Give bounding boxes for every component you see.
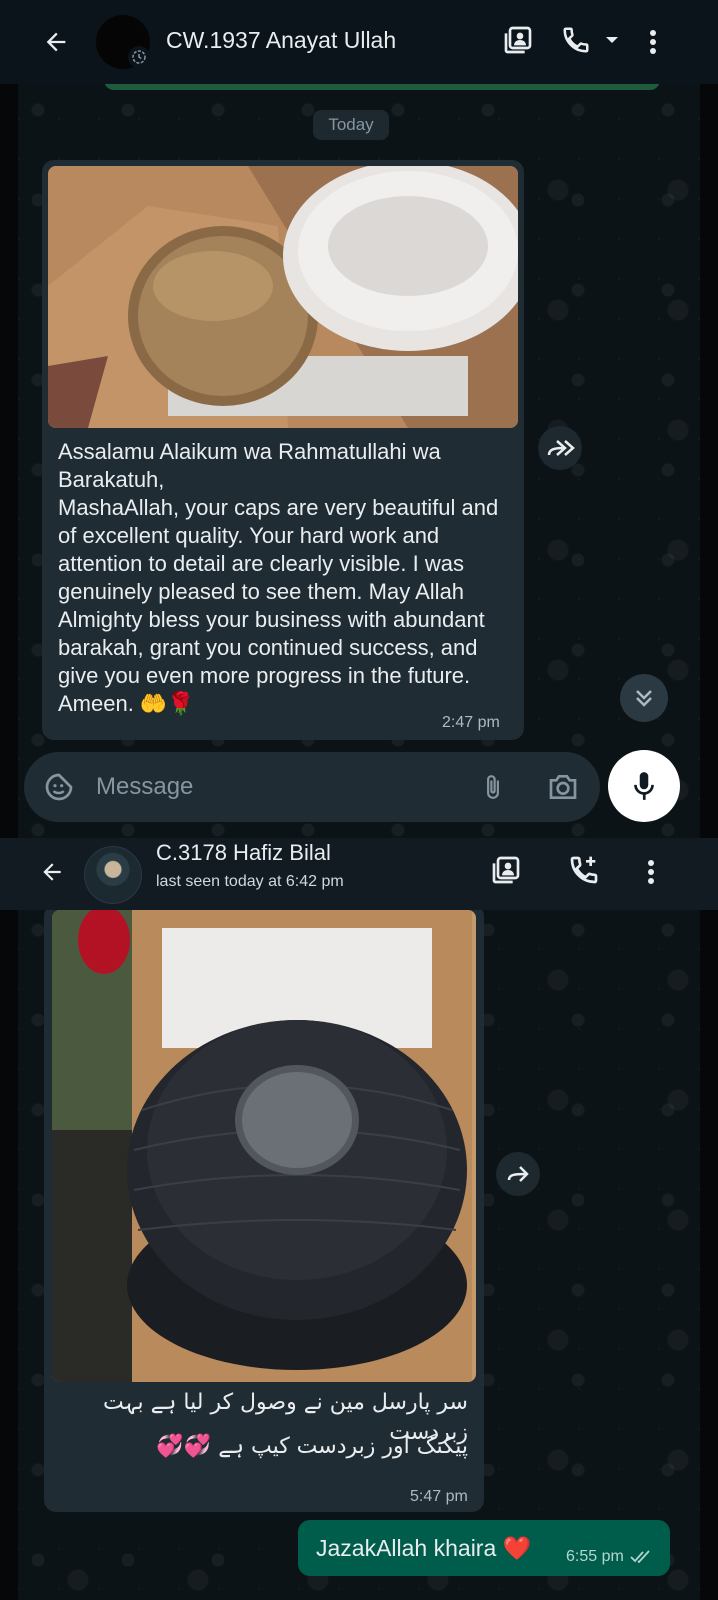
contact-name[interactable]: CW.1937 Anayat Ullah [166, 27, 396, 54]
screen-edge-left [0, 0, 18, 838]
attach-icon[interactable] [474, 768, 512, 806]
more-vert-icon[interactable] [636, 852, 666, 892]
status-ring-icon [128, 46, 150, 68]
forward-icon[interactable] [496, 1152, 540, 1196]
contact-card-icon[interactable] [486, 850, 526, 890]
mic-icon[interactable] [608, 750, 680, 822]
chat-screen-bottom: C.3178 Hafiz Bilal last seen today at 6:… [0, 838, 718, 1600]
phone-icon[interactable] [556, 20, 596, 60]
chat-header: C.3178 Hafiz Bilal last seen today at 6:… [0, 838, 718, 910]
contact-avatar[interactable] [84, 846, 142, 904]
screen-edge-right [700, 0, 718, 838]
caps-photo[interactable] [48, 166, 518, 428]
incoming-message-bubble[interactable]: سر پارسل مین نے وصول کر لیا ہے بہت زبردس… [44, 904, 484, 1512]
screen-edge-left [0, 838, 18, 1600]
message-text: Assalamu Alaikum wa Rahmatullahi wa Bara… [58, 439, 499, 716]
chat-header: CW.1937 Anayat Ullah [0, 0, 718, 84]
back-arrow-icon[interactable] [36, 22, 76, 62]
double-chevron-down-icon[interactable] [620, 674, 668, 722]
message-time: 5:47 pm [410, 1488, 468, 1505]
message-time: 2:47 pm [442, 714, 500, 731]
camera-icon[interactable] [544, 768, 582, 806]
contact-card-icon[interactable] [498, 20, 538, 60]
date-chip: Today [313, 110, 389, 140]
forward-icon[interactable] [538, 426, 582, 470]
screen-edge-right [700, 838, 718, 1600]
contact-name[interactable]: C.3178 Hafiz Bilal [156, 840, 331, 866]
message-text-line-2: پیکنگ اور زبردست کیپ ہے 💞💞 [156, 1434, 468, 1459]
dropdown-icon[interactable] [602, 30, 622, 50]
cap-photo[interactable] [52, 910, 476, 1382]
sticker-icon[interactable] [40, 768, 78, 806]
last-seen: last seen today at 6:42 pm [156, 873, 344, 890]
back-arrow-icon[interactable] [34, 852, 70, 892]
message-text: JazakAllah khaira ❤️ [316, 1535, 532, 1561]
double-tick-icon [628, 1548, 654, 1566]
incoming-message-bubble[interactable]: Assalamu Alaikum wa Rahmatullahi wa Bara… [42, 160, 524, 740]
more-vert-icon[interactable] [638, 22, 668, 62]
outgoing-message-bubble[interactable]: JazakAllah khaira ❤️ 6:55 pm [298, 1520, 670, 1576]
chat-screen-top: CW.1937 Anayat Ullah Today Assalamu Alai… [0, 0, 718, 838]
message-time: 6:55 pm [566, 1548, 624, 1565]
message-input[interactable]: Message [96, 773, 193, 801]
add-call-icon[interactable] [564, 850, 604, 890]
message-composer[interactable]: Message [24, 752, 600, 822]
